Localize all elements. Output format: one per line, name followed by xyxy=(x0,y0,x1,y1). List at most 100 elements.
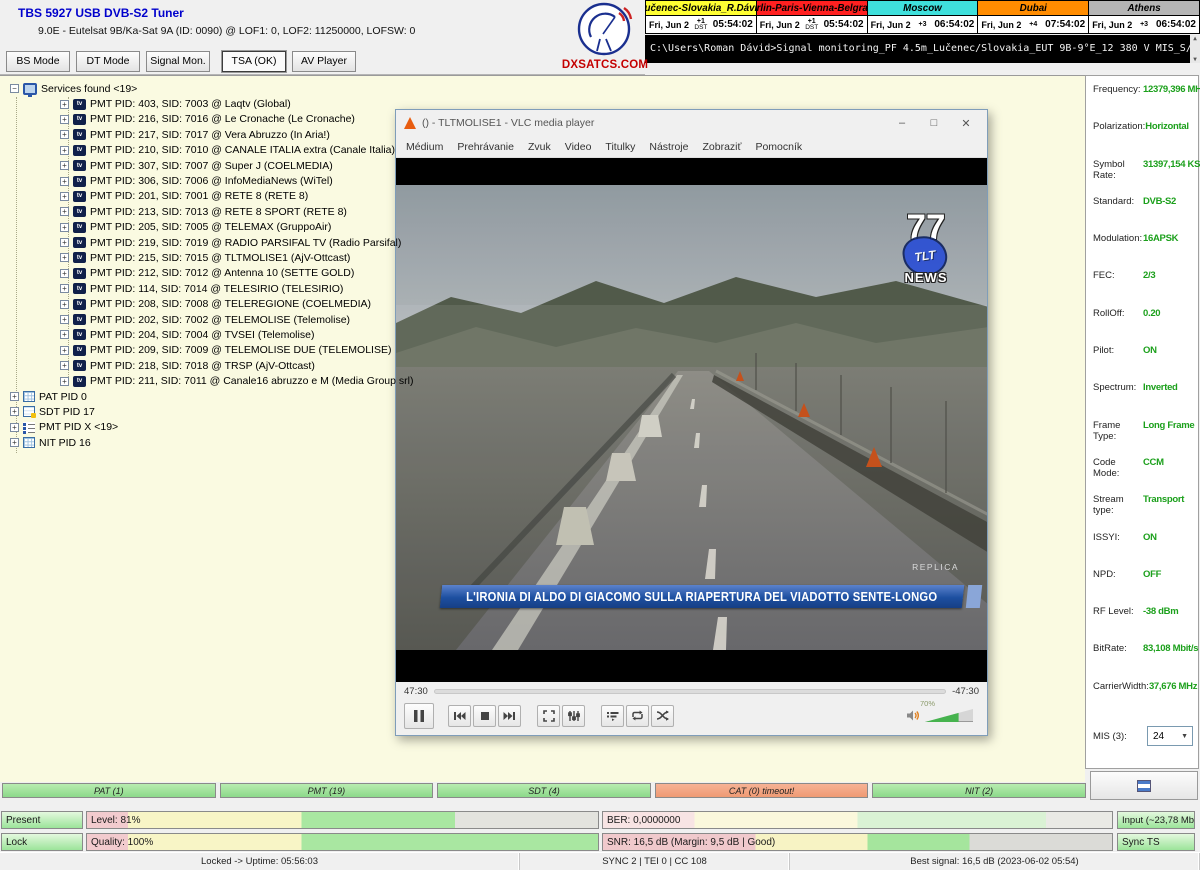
vlc-menu-item[interactable]: Titulky xyxy=(605,141,635,153)
service-row[interactable]: + tv PMT PID: 114, SID: 7014 @ TELESIRIO… xyxy=(2,281,390,296)
vlc-menu-item[interactable]: Zvuk xyxy=(528,141,551,153)
service-row[interactable]: + tv PMT PID: 218, SID: 7018 @ TRSP (AjV… xyxy=(2,358,390,373)
service-row[interactable]: + tv PMT PID: 216, SID: 7016 @ Le Cronac… xyxy=(2,112,390,127)
expand-icon[interactable]: + xyxy=(60,315,69,324)
expand-icon[interactable]: + xyxy=(60,253,69,262)
mode-tab[interactable]: DT Mode xyxy=(76,51,140,72)
random-button[interactable] xyxy=(651,705,674,727)
vlc-menu-item[interactable]: Zobraziť xyxy=(702,141,741,153)
volume-percent: 70% xyxy=(920,699,935,708)
service-row[interactable]: + tv PMT PID: 307, SID: 7007 @ Super J (… xyxy=(2,158,390,173)
expand-icon[interactable]: + xyxy=(60,146,69,155)
signal-parameters-panel: Frequency: 12379,396 MHz Polarization: H… xyxy=(1085,75,1199,769)
maximize-button[interactable]: □ xyxy=(921,117,947,129)
parameter-label: Modulation: xyxy=(1093,233,1143,244)
expand-icon[interactable]: + xyxy=(60,238,69,247)
ts-pause-button[interactable] xyxy=(1090,771,1198,800)
mode-tab[interactable]: TSA (OK) xyxy=(222,51,286,72)
vlc-controls: 70% xyxy=(396,700,987,731)
command-prompt[interactable]: C:\Users\Roman Dávid>Signal monitoring_P… xyxy=(645,35,1200,63)
collapse-icon[interactable]: − xyxy=(10,84,19,93)
expand-icon[interactable]: + xyxy=(60,207,69,216)
psi-table-row[interactable]: + SDT PID 17 xyxy=(2,404,390,419)
terminal-scrollbar[interactable]: ▲ ▼ xyxy=(1190,35,1200,63)
previous-button[interactable] xyxy=(448,705,471,727)
vlc-menu-item[interactable]: Video xyxy=(565,141,592,153)
expand-icon[interactable]: + xyxy=(60,223,69,232)
shuffle-icon xyxy=(656,710,669,721)
service-row[interactable]: + tv PMT PID: 210, SID: 7010 @ CANALE IT… xyxy=(2,143,390,158)
clock: Dubai Fri, Jun 2 +4 07:54:02 xyxy=(978,1,1089,33)
mode-tab[interactable]: BS Mode xyxy=(6,51,70,72)
vlc-menu-item[interactable]: Médium xyxy=(406,141,443,153)
seek-slider[interactable] xyxy=(434,689,946,694)
minimize-button[interactable]: – xyxy=(889,117,915,129)
stop-button[interactable] xyxy=(473,705,496,727)
expand-icon[interactable]: + xyxy=(60,161,69,170)
service-row[interactable]: + tv PMT PID: 201, SID: 7001 @ RETE 8 (R… xyxy=(2,189,390,204)
expand-icon[interactable]: + xyxy=(10,392,19,401)
next-button[interactable] xyxy=(498,705,521,727)
psi-table-row[interactable]: + PAT PID 0 xyxy=(2,389,390,404)
expand-icon[interactable]: + xyxy=(60,130,69,139)
service-row[interactable]: + tv PMT PID: 204, SID: 7004 @ TVSEI (Te… xyxy=(2,327,390,342)
expand-icon[interactable]: + xyxy=(60,177,69,186)
service-row[interactable]: + tv PMT PID: 208, SID: 7008 @ TELEREGIO… xyxy=(2,296,390,311)
service-row[interactable]: + tv PMT PID: 205, SID: 7005 @ TELEMAX (… xyxy=(2,220,390,235)
service-row[interactable]: + tv PMT PID: 217, SID: 7017 @ Vera Abru… xyxy=(2,127,390,142)
extended-settings-button[interactable] xyxy=(562,705,585,727)
scroll-up-icon[interactable]: ▲ xyxy=(1193,35,1197,42)
service-row[interactable]: + tv PMT PID: 213, SID: 7013 @ RETE 8 SP… xyxy=(2,204,390,219)
vlc-menu-item[interactable]: Pomocník xyxy=(755,141,802,153)
vlc-window: () - TLTMOLISE1 - VLC media player – □ ✕… xyxy=(395,109,988,736)
mis-dropdown[interactable]: 24 ▼ xyxy=(1147,726,1193,746)
expand-icon[interactable]: + xyxy=(60,300,69,309)
playlist-button[interactable] xyxy=(601,705,624,727)
service-row[interactable]: + tv PMT PID: 202, SID: 7002 @ TELEMOLIS… xyxy=(2,312,390,327)
video-area[interactable]: 77 TLT NEWS REPLICA L'IRONIA DI ALDO DI … xyxy=(396,158,987,682)
parameter-row: Stream type: Transport xyxy=(1086,492,1198,529)
fullscreen-button[interactable] xyxy=(537,705,560,727)
tv-service-icon: tv xyxy=(73,376,86,387)
service-row[interactable]: + tv PMT PID: 212, SID: 7012 @ Antenna 1… xyxy=(2,266,390,281)
service-row[interactable]: + tv PMT PID: 215, SID: 7015 @ TLTMOLISE… xyxy=(2,250,390,265)
speaker-icon xyxy=(906,709,919,722)
service-row[interactable]: + tv PMT PID: 306, SID: 7006 @ InfoMedia… xyxy=(2,173,390,188)
service-row[interactable]: + tv PMT PID: 219, SID: 7019 @ RADIO PAR… xyxy=(2,235,390,250)
clock-city: Dubai xyxy=(978,1,1088,16)
expand-icon[interactable]: + xyxy=(60,115,69,124)
tv-service-icon: tv xyxy=(73,145,86,156)
expand-icon[interactable]: + xyxy=(60,269,69,278)
tree-root-row[interactable]: − Services found <19> xyxy=(2,81,390,96)
expand-icon[interactable]: + xyxy=(60,361,69,370)
pause-button[interactable] xyxy=(404,703,434,729)
expand-icon[interactable]: + xyxy=(60,377,69,386)
mode-tab[interactable]: AV Player xyxy=(292,51,356,72)
volume-control[interactable]: 70% xyxy=(906,709,979,722)
parameter-label: RF Level: xyxy=(1093,606,1143,617)
vlc-menu-item[interactable]: Prehrávanie xyxy=(457,141,514,153)
service-row[interactable]: + tv PMT PID: 403, SID: 7003 @ Laqtv (Gl… xyxy=(2,96,390,111)
expand-icon[interactable]: + xyxy=(10,423,19,432)
vlc-titlebar[interactable]: () - TLTMOLISE1 - VLC media player – □ ✕ xyxy=(396,110,987,136)
expand-icon[interactable]: + xyxy=(10,438,19,447)
scroll-down-icon[interactable]: ▼ xyxy=(1193,56,1197,63)
mode-tab[interactable]: Signal Mon. xyxy=(146,51,210,72)
close-button[interactable]: ✕ xyxy=(953,117,979,130)
expand-icon[interactable]: + xyxy=(60,192,69,201)
clock: Lučenec-Slovakia_R.Dávid Fri, Jun 2 +1 D… xyxy=(646,1,757,33)
loop-button[interactable] xyxy=(626,705,649,727)
expand-icon[interactable]: + xyxy=(60,284,69,293)
service-row[interactable]: + tv PMT PID: 211, SID: 7011 @ Canale16 … xyxy=(2,373,390,388)
vlc-menu-item[interactable]: Nástroje xyxy=(649,141,688,153)
volume-slider[interactable] xyxy=(925,709,973,722)
expand-icon[interactable]: + xyxy=(60,346,69,355)
expand-icon[interactable]: + xyxy=(60,100,69,109)
mis-label: MIS (3): xyxy=(1093,731,1147,742)
service-row[interactable]: + tv PMT PID: 209, SID: 7009 @ TELEMOLIS… xyxy=(2,343,390,358)
psi-table-row[interactable]: + PMT PID X <19> xyxy=(2,420,390,435)
expand-icon[interactable]: + xyxy=(60,330,69,339)
expand-icon[interactable]: + xyxy=(10,407,19,416)
replica-label: REPLICA xyxy=(912,562,959,572)
psi-table-row[interactable]: + NIT PID 16 xyxy=(2,435,390,450)
